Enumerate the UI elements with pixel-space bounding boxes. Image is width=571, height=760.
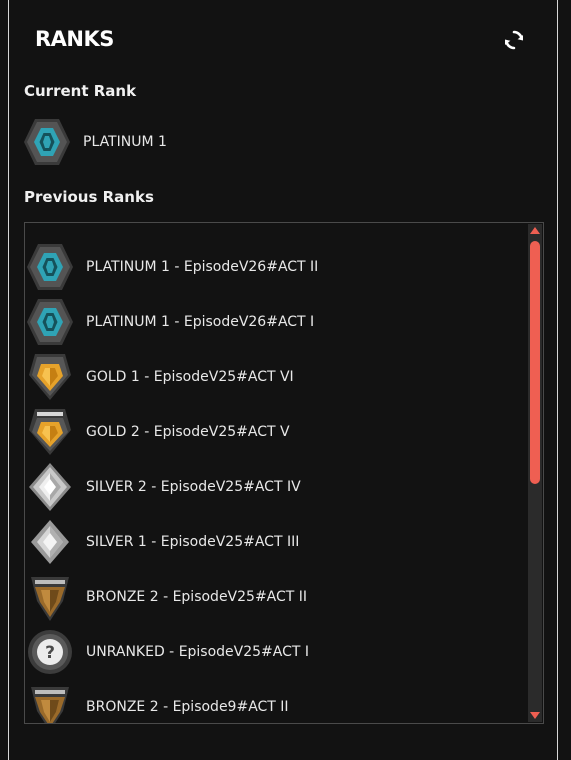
ranks-logo: RANKS: [35, 27, 114, 51]
list-item: PLATINUM 1 - EpisodeV26#ACT II: [25, 239, 527, 294]
current-rank: PLATINUM 1: [24, 116, 424, 168]
list-scrollbar[interactable]: [528, 224, 542, 722]
scroll-up-arrow-icon[interactable]: [530, 227, 540, 234]
rank-label: UNRANKED - EpisodeV25#ACT I: [86, 643, 310, 660]
list-item: SILVER 1 - EpisodeV25#ACT III: [25, 514, 527, 569]
list-item: PLATINUM 1 - EpisodeV26#ACT I: [25, 294, 527, 349]
silver-rank-icon: [27, 516, 73, 568]
list-item: SILVER 2 - EpisodeV25#ACT IV: [25, 459, 527, 514]
bronze-rank-icon: [27, 681, 73, 723]
list-item: BRONZE 2 - EpisodeV25#ACT II: [25, 569, 527, 624]
previous-ranks-list[interactable]: PLATINUM 1 - EpisodeV26#ACT II PLATINUM …: [24, 222, 544, 724]
platinum-rank-icon: [24, 116, 70, 168]
rank-label: BRONZE 2 - Episode9#ACT II: [86, 698, 289, 715]
svg-text:?: ?: [45, 643, 55, 663]
platinum-rank-icon: [27, 241, 73, 293]
silver-rank-icon: [27, 461, 73, 513]
refresh-icon[interactable]: [503, 29, 525, 51]
current-rank-title: Current Rank: [24, 82, 137, 100]
rank-label: GOLD 1 - EpisodeV25#ACT VI: [86, 368, 294, 385]
rank-label: GOLD 2 - EpisodeV25#ACT V: [86, 423, 290, 440]
rank-label: PLATINUM 1 - EpisodeV26#ACT II: [86, 258, 319, 275]
list-item: GOLD 1 - EpisodeV25#ACT VI: [25, 349, 527, 404]
rank-label: SILVER 1 - EpisodeV25#ACT III: [86, 533, 300, 550]
gold-rank-icon: [27, 351, 73, 403]
rank-label: BRONZE 2 - EpisodeV25#ACT II: [86, 588, 308, 605]
rank-label: PLATINUM 1 - EpisodeV26#ACT I: [86, 313, 315, 330]
gold-rank-icon: [27, 406, 73, 458]
list-item: GOLD 2 - EpisodeV25#ACT V: [25, 404, 527, 459]
scroll-thumb[interactable]: [530, 241, 540, 484]
bronze-rank-icon: [27, 571, 73, 623]
platinum-rank-icon: [27, 296, 73, 348]
scroll-down-arrow-icon[interactable]: [530, 712, 540, 719]
current-rank-label: PLATINUM 1: [83, 134, 167, 150]
unranked-icon: ?: [27, 626, 73, 678]
ranks-panel: RANKS Current Rank PLATINUM 1 Previous R…: [8, 0, 558, 760]
list-item: BRONZE 2 - Episode9#ACT II: [25, 679, 527, 723]
list-item: ? UNRANKED - EpisodeV25#ACT I: [25, 624, 527, 679]
rank-label: SILVER 2 - EpisodeV25#ACT IV: [86, 478, 301, 495]
previous-ranks-title: Previous Ranks: [24, 188, 154, 206]
